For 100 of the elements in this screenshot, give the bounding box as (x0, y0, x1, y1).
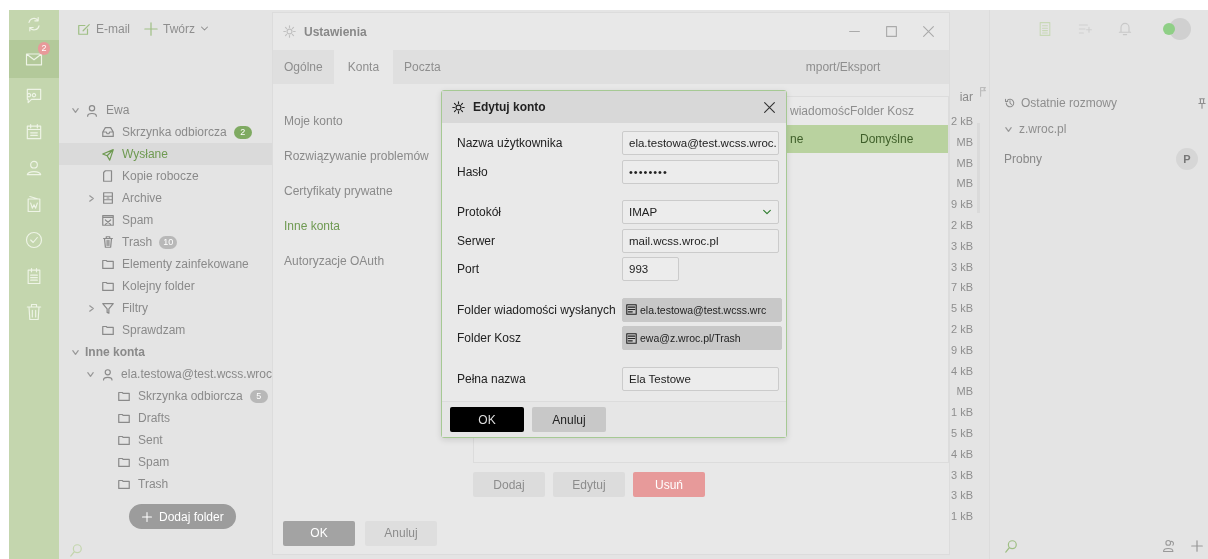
chevron-down-icon[interactable] (70, 347, 80, 357)
size-cell-text: 5 kB (951, 425, 973, 441)
count-badge: 10 (159, 235, 178, 249)
group-header[interactable]: z.wroc.pl (1004, 115, 1067, 143)
search-icon[interactable] (1004, 539, 1018, 553)
add-folder-button[interactable]: Dodaj folder (129, 504, 236, 529)
password-field[interactable]: •••••••• (622, 159, 779, 184)
field-label: Port (457, 262, 479, 277)
account-icon (100, 367, 115, 381)
folder-item[interactable]: Trash 10 (59, 231, 272, 253)
size-cell-text: MB (956, 134, 973, 150)
contacts-icon[interactable] (1162, 539, 1176, 553)
count-badge: 2 (233, 125, 252, 139)
input-field[interactable]: Ela Testowe (622, 366, 779, 391)
field-label: Serwer (457, 233, 495, 248)
window-title: Ustawienia (304, 24, 368, 39)
protocol-dropdown[interactable]: IMAP (622, 200, 779, 225)
size-cell-text: 2 kB (951, 114, 973, 129)
folder-item[interactable]: Elementy zainfekowane (59, 253, 272, 275)
maximize-icon[interactable] (885, 25, 898, 38)
folder-item[interactable]: Spam (59, 209, 272, 231)
column-header[interactable]: Folder Kosz (850, 104, 948, 118)
field-label: Hasło (457, 164, 488, 179)
drafts-icon (101, 169, 115, 183)
folder-item[interactable]: Skrzynka odbiorcza 2 (59, 121, 272, 143)
size-cell-text: 3 kB (951, 259, 973, 275)
filter-icon (101, 301, 115, 315)
account-action-button[interactable]: Usuń (633, 472, 705, 497)
folder-item[interactable]: Sprawdzam (59, 319, 272, 341)
unread-badge: 2 (38, 42, 50, 55)
input-field[interactable]: mail.wcss.wroc.pl (622, 228, 779, 253)
folder-item[interactable]: Kopie robocze (59, 165, 272, 187)
nav-item[interactable]: 2 (9, 40, 59, 78)
list-icon[interactable] (1037, 20, 1053, 37)
size-cell-text: MB (956, 155, 973, 171)
column-header[interactable]: iar (959, 90, 973, 104)
folder-icon (101, 279, 115, 293)
flag-icon[interactable] (979, 86, 987, 97)
close-icon[interactable] (763, 100, 776, 114)
folder-item[interactable]: ela.testowa@test.wcss.wroc (59, 363, 272, 385)
chevron-down-icon[interactable] (70, 105, 80, 115)
folder-item[interactable]: Trash (59, 473, 272, 495)
spam-icon (101, 213, 115, 227)
size-cell-text: 2 kB (951, 218, 973, 233)
folder-item[interactable]: Archive (59, 187, 272, 209)
field-label: Folder wiadomości wysłanych (457, 302, 616, 317)
pin-icon[interactable] (1198, 97, 1206, 109)
chevron-right-icon[interactable] (86, 303, 96, 313)
plus-icon (144, 21, 158, 36)
history-icon (1004, 97, 1016, 109)
bell-icon[interactable] (1117, 20, 1133, 37)
field-label: Pełna nazwa (457, 371, 526, 386)
plus-icon[interactable] (1190, 539, 1204, 553)
folder-item[interactable]: Inne konta (59, 341, 272, 363)
folder-item[interactable]: Skrzynka odbiorcza 5 (59, 385, 272, 407)
chat-icon (24, 86, 44, 106)
search-icon[interactable] (69, 543, 83, 557)
input-field[interactable]: ela.testowa@test.wcss.wroc. (622, 131, 779, 156)
folder-item[interactable]: Sent (59, 429, 272, 451)
folder-item[interactable]: Kolejny folder (59, 275, 272, 297)
folder-icon (101, 257, 115, 271)
document-icon (626, 304, 637, 316)
folder-item[interactable]: Wysłane (59, 143, 272, 165)
count-badge: 5 (249, 389, 268, 403)
folder-item[interactable]: Filtry (59, 297, 272, 319)
chevron-down-icon[interactable] (86, 369, 96, 379)
table-cell-text: ne (790, 132, 805, 146)
dialog-button[interactable]: OK (450, 407, 524, 432)
field-label: Protokół (457, 205, 502, 220)
size-cell-text: 9 kB (951, 342, 973, 358)
field-label: Nazwa użytkownika (457, 136, 563, 151)
folder-icon (117, 389, 131, 403)
sent-icon (101, 147, 115, 161)
size-cell-text: 4 kB (951, 446, 973, 462)
folder-picker[interactable]: ela.testowa@test.wcss.wrc (622, 297, 782, 322)
dialog-title: Edytuj konto (473, 100, 547, 114)
tasks-icon (24, 230, 44, 250)
dialog-button[interactable]: Anuluj (365, 520, 437, 546)
folder-icon (117, 455, 131, 469)
folder-item[interactable]: Ewa (59, 99, 272, 121)
chevron-right-icon[interactable] (86, 193, 96, 203)
folder-item[interactable]: Spam (59, 451, 272, 473)
trash-icon (101, 235, 115, 249)
size-cell-text: 1 kB (951, 405, 973, 421)
folder-icon (117, 411, 131, 425)
dialog-button[interactable]: Anuluj (532, 407, 606, 432)
folder-item[interactable]: Drafts (59, 407, 272, 429)
dialog-button[interactable]: OK (283, 520, 355, 546)
settings-tab[interactable]: Konta (333, 50, 394, 84)
folder-icon (117, 433, 131, 447)
folder-picker[interactable]: ewa@z.wroc.pl/Trash (622, 326, 782, 351)
field-label: Folder Kosz (457, 331, 522, 346)
input-field[interactable]: 993 (622, 257, 679, 282)
column-header[interactable]: wiadomośc (790, 104, 850, 118)
avatar-initial: P (1176, 148, 1198, 170)
trash-icon (24, 302, 44, 322)
account-icon (85, 103, 99, 117)
create-button[interactable]: Twórz (142, 19, 212, 38)
email-button[interactable]: E-mail (75, 19, 132, 38)
conversation-item[interactable]: Probny P (1004, 143, 1208, 175)
